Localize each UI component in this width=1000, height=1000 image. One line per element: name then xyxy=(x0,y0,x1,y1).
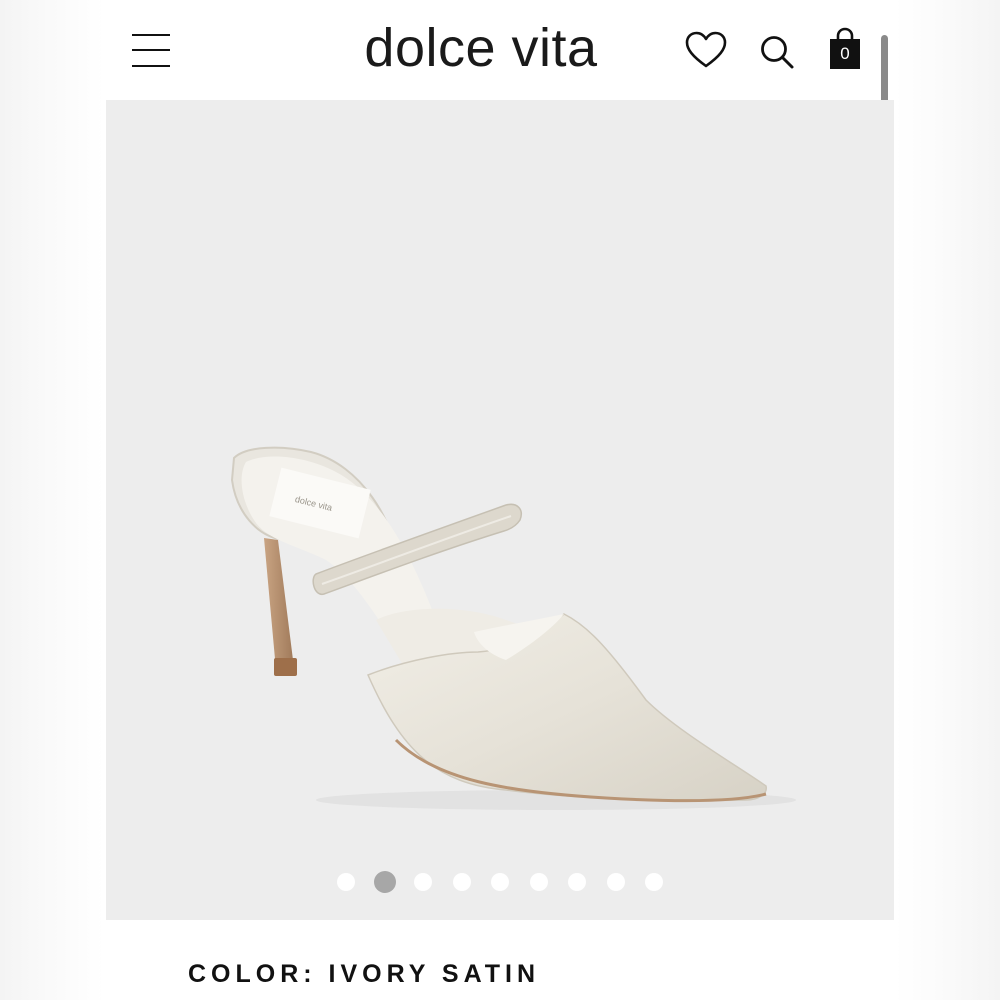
carousel-dot[interactable] xyxy=(452,873,471,891)
page-frame: dolce vita 0 dolce vita COLOR: IVORY SAT… xyxy=(106,0,894,1000)
carousel-pagination xyxy=(106,870,894,894)
site-header: dolce vita 0 xyxy=(106,0,894,182)
cart-count-badge: 0 xyxy=(840,44,850,63)
carousel-dot[interactable] xyxy=(645,873,663,891)
carousel-dot[interactable] xyxy=(414,873,432,891)
search-button[interactable] xyxy=(758,33,796,71)
carousel-dot[interactable] xyxy=(373,871,396,893)
product-image: dolce vita xyxy=(230,446,796,810)
product-image-carousel[interactable]: dolce vita xyxy=(106,100,894,920)
color-label: COLOR: IVORY SATIN xyxy=(188,960,541,988)
menu-icon-line xyxy=(132,65,170,67)
brand-logo[interactable]: dolce vita xyxy=(316,18,646,78)
carousel-dot[interactable] xyxy=(568,873,586,891)
carousel-dot[interactable] xyxy=(529,873,548,891)
carousel-dot[interactable] xyxy=(337,873,355,891)
carousel-dot[interactable] xyxy=(606,873,625,891)
menu-icon-line xyxy=(132,49,170,51)
menu-icon-line xyxy=(132,34,170,36)
heart-icon xyxy=(685,31,727,68)
cart-button[interactable]: 0 xyxy=(828,27,862,71)
carousel-dot[interactable] xyxy=(491,873,509,891)
search-icon xyxy=(761,36,794,69)
product-color-section: COLOR: IVORY SATIN xyxy=(106,920,894,1000)
menu-button[interactable] xyxy=(132,32,170,68)
wishlist-button[interactable] xyxy=(684,30,728,70)
